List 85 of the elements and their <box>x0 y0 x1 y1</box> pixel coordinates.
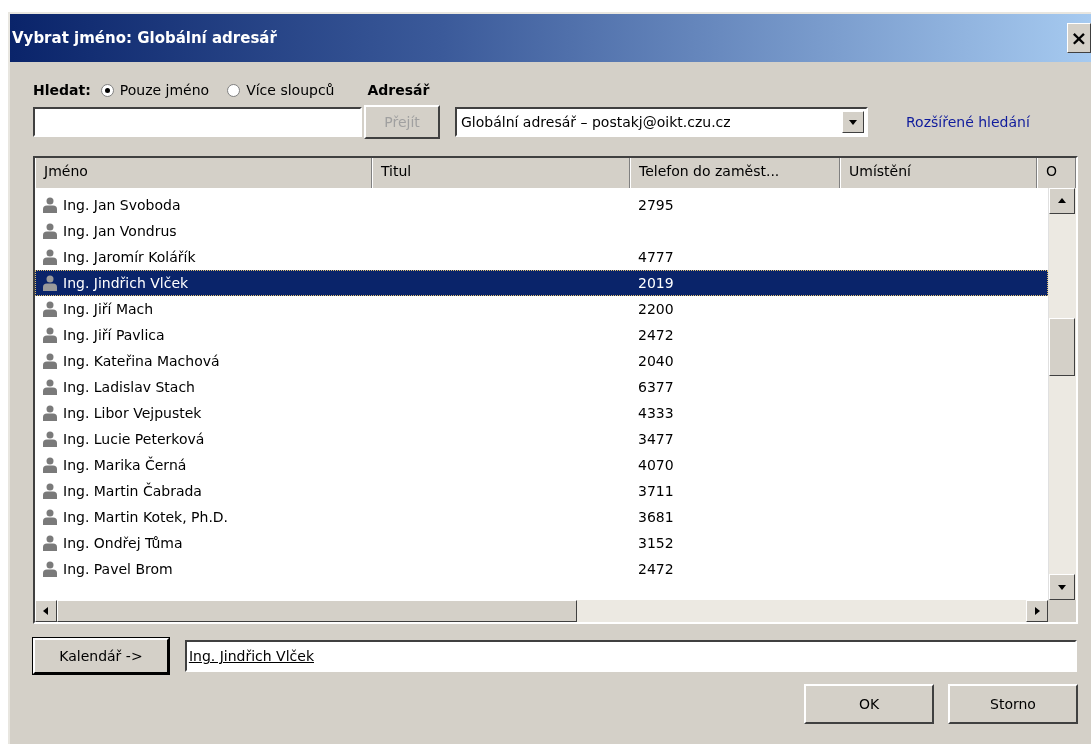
contact-name: Ing. Ondřej Tůma <box>63 535 183 551</box>
phone-number: 2019 <box>638 275 674 291</box>
contact-row[interactable]: Ing. Jiří Mach 2200 <box>35 296 1048 322</box>
search-field[interactable] <box>33 107 362 137</box>
close-button[interactable]: × <box>1067 23 1091 53</box>
calendar-button[interactable]: Kalendář -> <box>33 638 169 674</box>
person-icon <box>43 275 57 291</box>
search-mode-radio[interactable]: Pouze jméno <box>100 82 210 98</box>
contact-row[interactable]: Ing. Pavel Brom 2472 <box>35 556 1048 582</box>
contact-row[interactable]: Ing. Kateřina Machová 2040 <box>35 348 1048 374</box>
contact-row[interactable]: Ing. Marika Černá 4070 <box>35 452 1048 478</box>
phone-number: 4333 <box>638 405 674 421</box>
person-icon <box>43 249 57 265</box>
scroll-right-icon[interactable] <box>1026 600 1048 622</box>
window-title: Vybrat jméno: Globální adresář <box>11 29 277 47</box>
person-icon <box>43 223 57 239</box>
person-icon <box>43 483 57 499</box>
contact-row[interactable]: Ing. Ladislav Stach 6377 <box>35 374 1048 400</box>
scroll-down-icon[interactable] <box>1049 574 1075 600</box>
phone-number: 2795 <box>638 197 674 213</box>
phone-number: 4777 <box>638 249 674 265</box>
column-header[interactable]: Telefon do zaměst... <box>630 158 840 188</box>
person-icon <box>43 535 57 551</box>
dialog-button[interactable]: OK <box>804 684 934 724</box>
contact-row[interactable]: Ing. Martin Kotek, Ph.D. 3681 <box>35 504 1048 530</box>
phone-number: 4070 <box>638 457 674 473</box>
person-icon <box>43 405 57 421</box>
contact-name: Ing. Lucie Peterková <box>63 431 205 447</box>
phone-number: 6377 <box>638 379 674 395</box>
selected-name-field[interactable]: Ing. Jindřich Vlček <box>184 640 1077 672</box>
phone-number: 2472 <box>638 561 674 577</box>
contact-row[interactable]: Ing. Jaromír Kolářík 4777 <box>35 244 1048 270</box>
dialog-button[interactable]: Storno <box>948 684 1078 724</box>
contact-row[interactable]: Ing. Lucie Peterková 3477 <box>35 426 1048 452</box>
contact-row[interactable]: Ing. Libor Vejpustek 4333 <box>35 400 1048 426</box>
phone-number: 3681 <box>638 509 674 525</box>
contact-name: Ing. Libor Vejpustek <box>63 405 202 421</box>
person-icon <box>43 353 57 369</box>
contact-name: Ing. Martin Kotek, Ph.D. <box>63 509 229 525</box>
search-label: Hledat: <box>33 82 91 98</box>
search-mode-radio[interactable]: Více sloupců <box>227 82 335 98</box>
contact-name: Ing. Pavel Brom <box>63 561 173 577</box>
person-icon <box>43 457 57 473</box>
contact-row[interactable]: Ing. Jiří Pavlica 2472 <box>35 322 1048 348</box>
column-header[interactable]: Titul <box>372 158 630 188</box>
contact-name: Ing. Jiří Pavlica <box>63 327 165 343</box>
person-icon <box>43 301 57 317</box>
scrollbar-corner <box>1048 600 1076 622</box>
contact-name: Ing. Jaromír Kolářík <box>63 249 196 265</box>
person-icon <box>43 509 57 525</box>
contact-row[interactable]: Ing. Jan Vondrus <box>35 218 1048 244</box>
scroll-left-icon[interactable] <box>35 600 57 622</box>
address-book-dropdown[interactable]: Globální adresář – postakj@oikt.czu.cz <box>455 107 868 137</box>
vertical-scrollbar[interactable] <box>1048 188 1076 600</box>
address-book-label: Adresář <box>367 82 430 98</box>
scroll-thumb[interactable] <box>1049 318 1075 376</box>
contact-row[interactable]: Ing. Jan Svoboda 2795 <box>35 192 1048 218</box>
phone-number: 3711 <box>638 483 674 499</box>
contact-row[interactable]: Ing. Ondřej Tůma 3152 <box>35 530 1048 556</box>
scroll-thumb[interactable] <box>57 600 577 622</box>
phone-number: 3152 <box>638 535 674 551</box>
person-icon <box>43 561 57 577</box>
phone-number: 2040 <box>638 353 674 369</box>
column-header[interactable]: Umístění <box>840 158 1037 188</box>
contact-name: Ing. Kateřina Machová <box>63 353 220 369</box>
advanced-search-link[interactable]: Rozšířené hledání <box>906 114 1030 130</box>
contact-name: Ing. Ladislav Stach <box>63 379 195 395</box>
contact-name: Ing. Martin Čabrada <box>63 483 202 499</box>
horizontal-scrollbar[interactable] <box>35 600 1048 622</box>
person-icon <box>43 379 57 395</box>
scroll-up-icon[interactable] <box>1049 188 1075 214</box>
phone-number: 2200 <box>638 301 674 317</box>
contact-name: Ing. Jan Svoboda <box>63 197 181 213</box>
person-icon <box>43 327 57 343</box>
contact-name: Ing. Jindřich Vlček <box>63 275 189 291</box>
column-header[interactable]: Jméno <box>35 158 372 188</box>
contact-name: Ing. Jiří Mach <box>63 301 154 317</box>
contact-row[interactable]: Ing. Martin Čabrada 3711 <box>35 478 1048 504</box>
phone-number: 3477 <box>638 431 674 447</box>
phone-number: 2472 <box>638 327 674 343</box>
person-icon <box>43 431 57 447</box>
contact-row[interactable]: Ing. Jindřich Vlček 2019 <box>35 270 1048 296</box>
contact-name: Ing. Jan Vondrus <box>63 223 177 239</box>
person-icon <box>43 197 57 213</box>
contact-name: Ing. Marika Černá <box>63 457 187 473</box>
